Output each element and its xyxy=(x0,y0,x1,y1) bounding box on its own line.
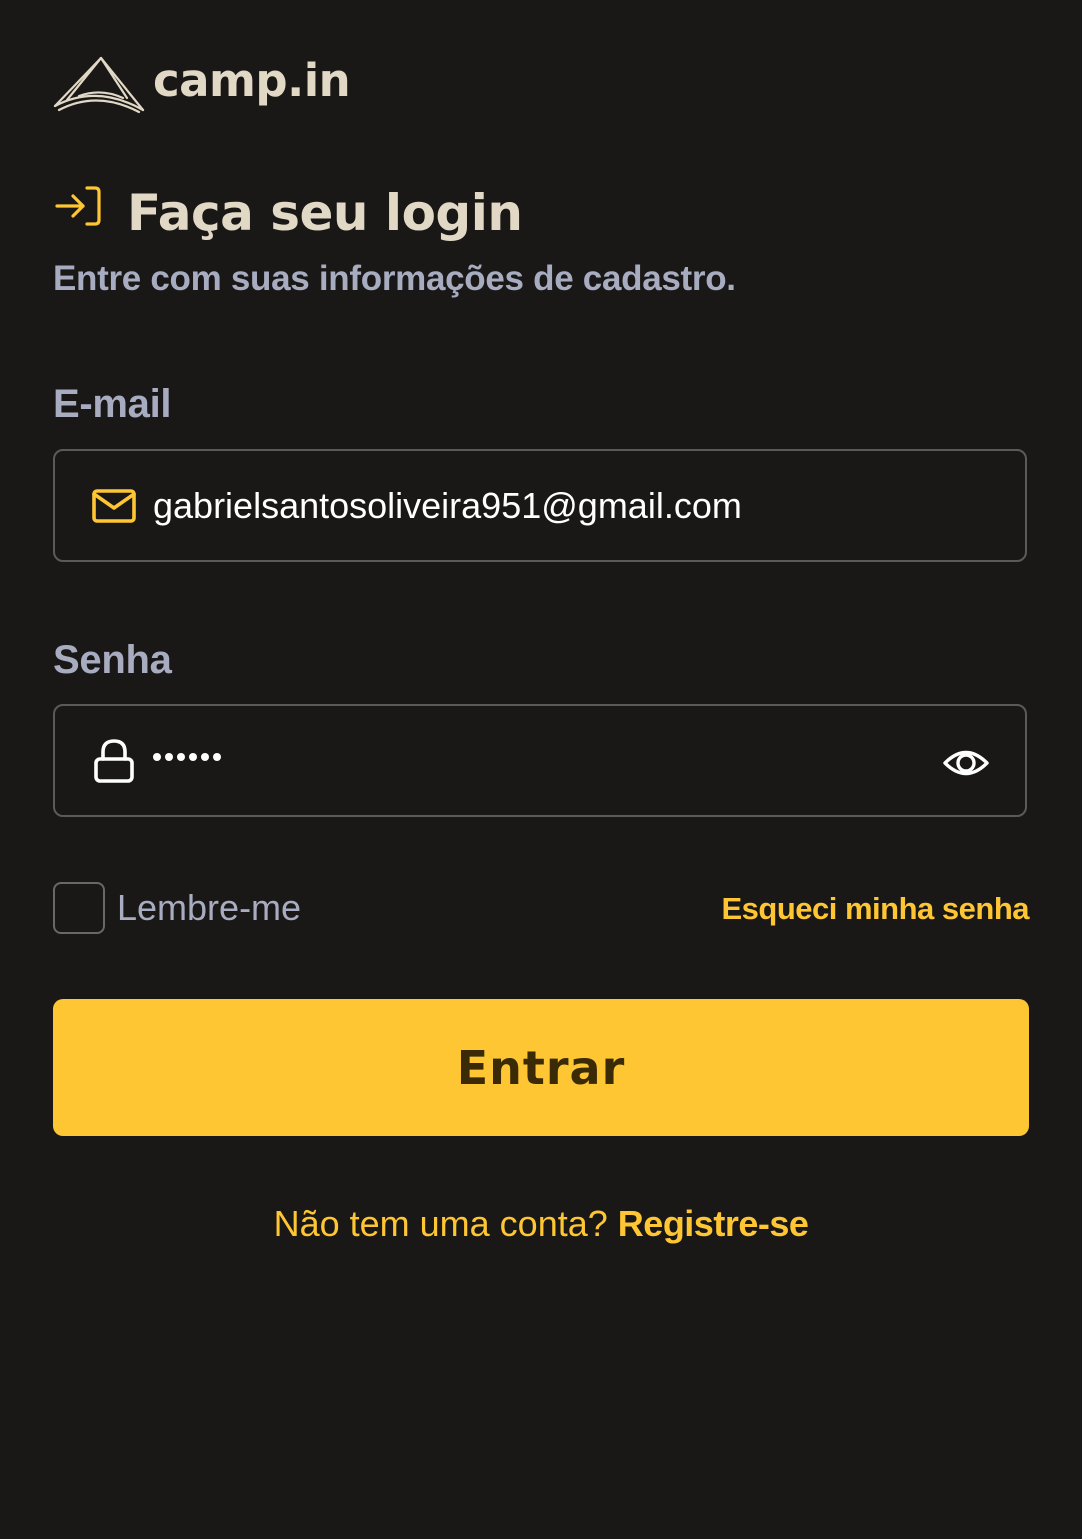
forgot-password-link[interactable]: Esqueci minha senha xyxy=(722,890,1030,927)
brand-name: camp.in xyxy=(153,53,351,107)
remember-checkbox[interactable] xyxy=(53,882,105,934)
page-subtitle: Entre com suas informações de cadastro. xyxy=(53,259,736,298)
submit-label: Entrar xyxy=(456,1040,626,1095)
login-arrow-icon xyxy=(55,186,101,226)
submit-button[interactable]: Entrar xyxy=(53,999,1029,1136)
password-field[interactable] xyxy=(53,704,1027,817)
email-value: gabrielsantosoliveira951@gmail.com xyxy=(153,484,742,526)
email-field[interactable]: gabrielsantosoliveira951@gmail.com xyxy=(53,449,1027,562)
page-title: Faça seu login xyxy=(127,184,523,242)
brand-logo: camp.in xyxy=(53,52,351,116)
email-label: E-mail xyxy=(53,382,172,426)
tent-icon xyxy=(53,56,145,114)
register-row: Não tem uma conta? Registre-se xyxy=(53,1202,1029,1245)
lock-icon xyxy=(94,738,134,783)
password-masked-value xyxy=(153,752,221,761)
mail-icon xyxy=(92,488,136,523)
register-link[interactable]: Registre-se xyxy=(618,1203,809,1244)
register-prompt: Não tem uma conta? xyxy=(273,1203,608,1244)
remember-label: Lembre-me xyxy=(117,887,302,928)
password-label: Senha xyxy=(53,638,172,682)
eye-icon[interactable] xyxy=(943,740,989,786)
remember-me[interactable]: Lembre-me xyxy=(53,882,301,934)
login-heading: Faça seu login xyxy=(53,180,523,238)
